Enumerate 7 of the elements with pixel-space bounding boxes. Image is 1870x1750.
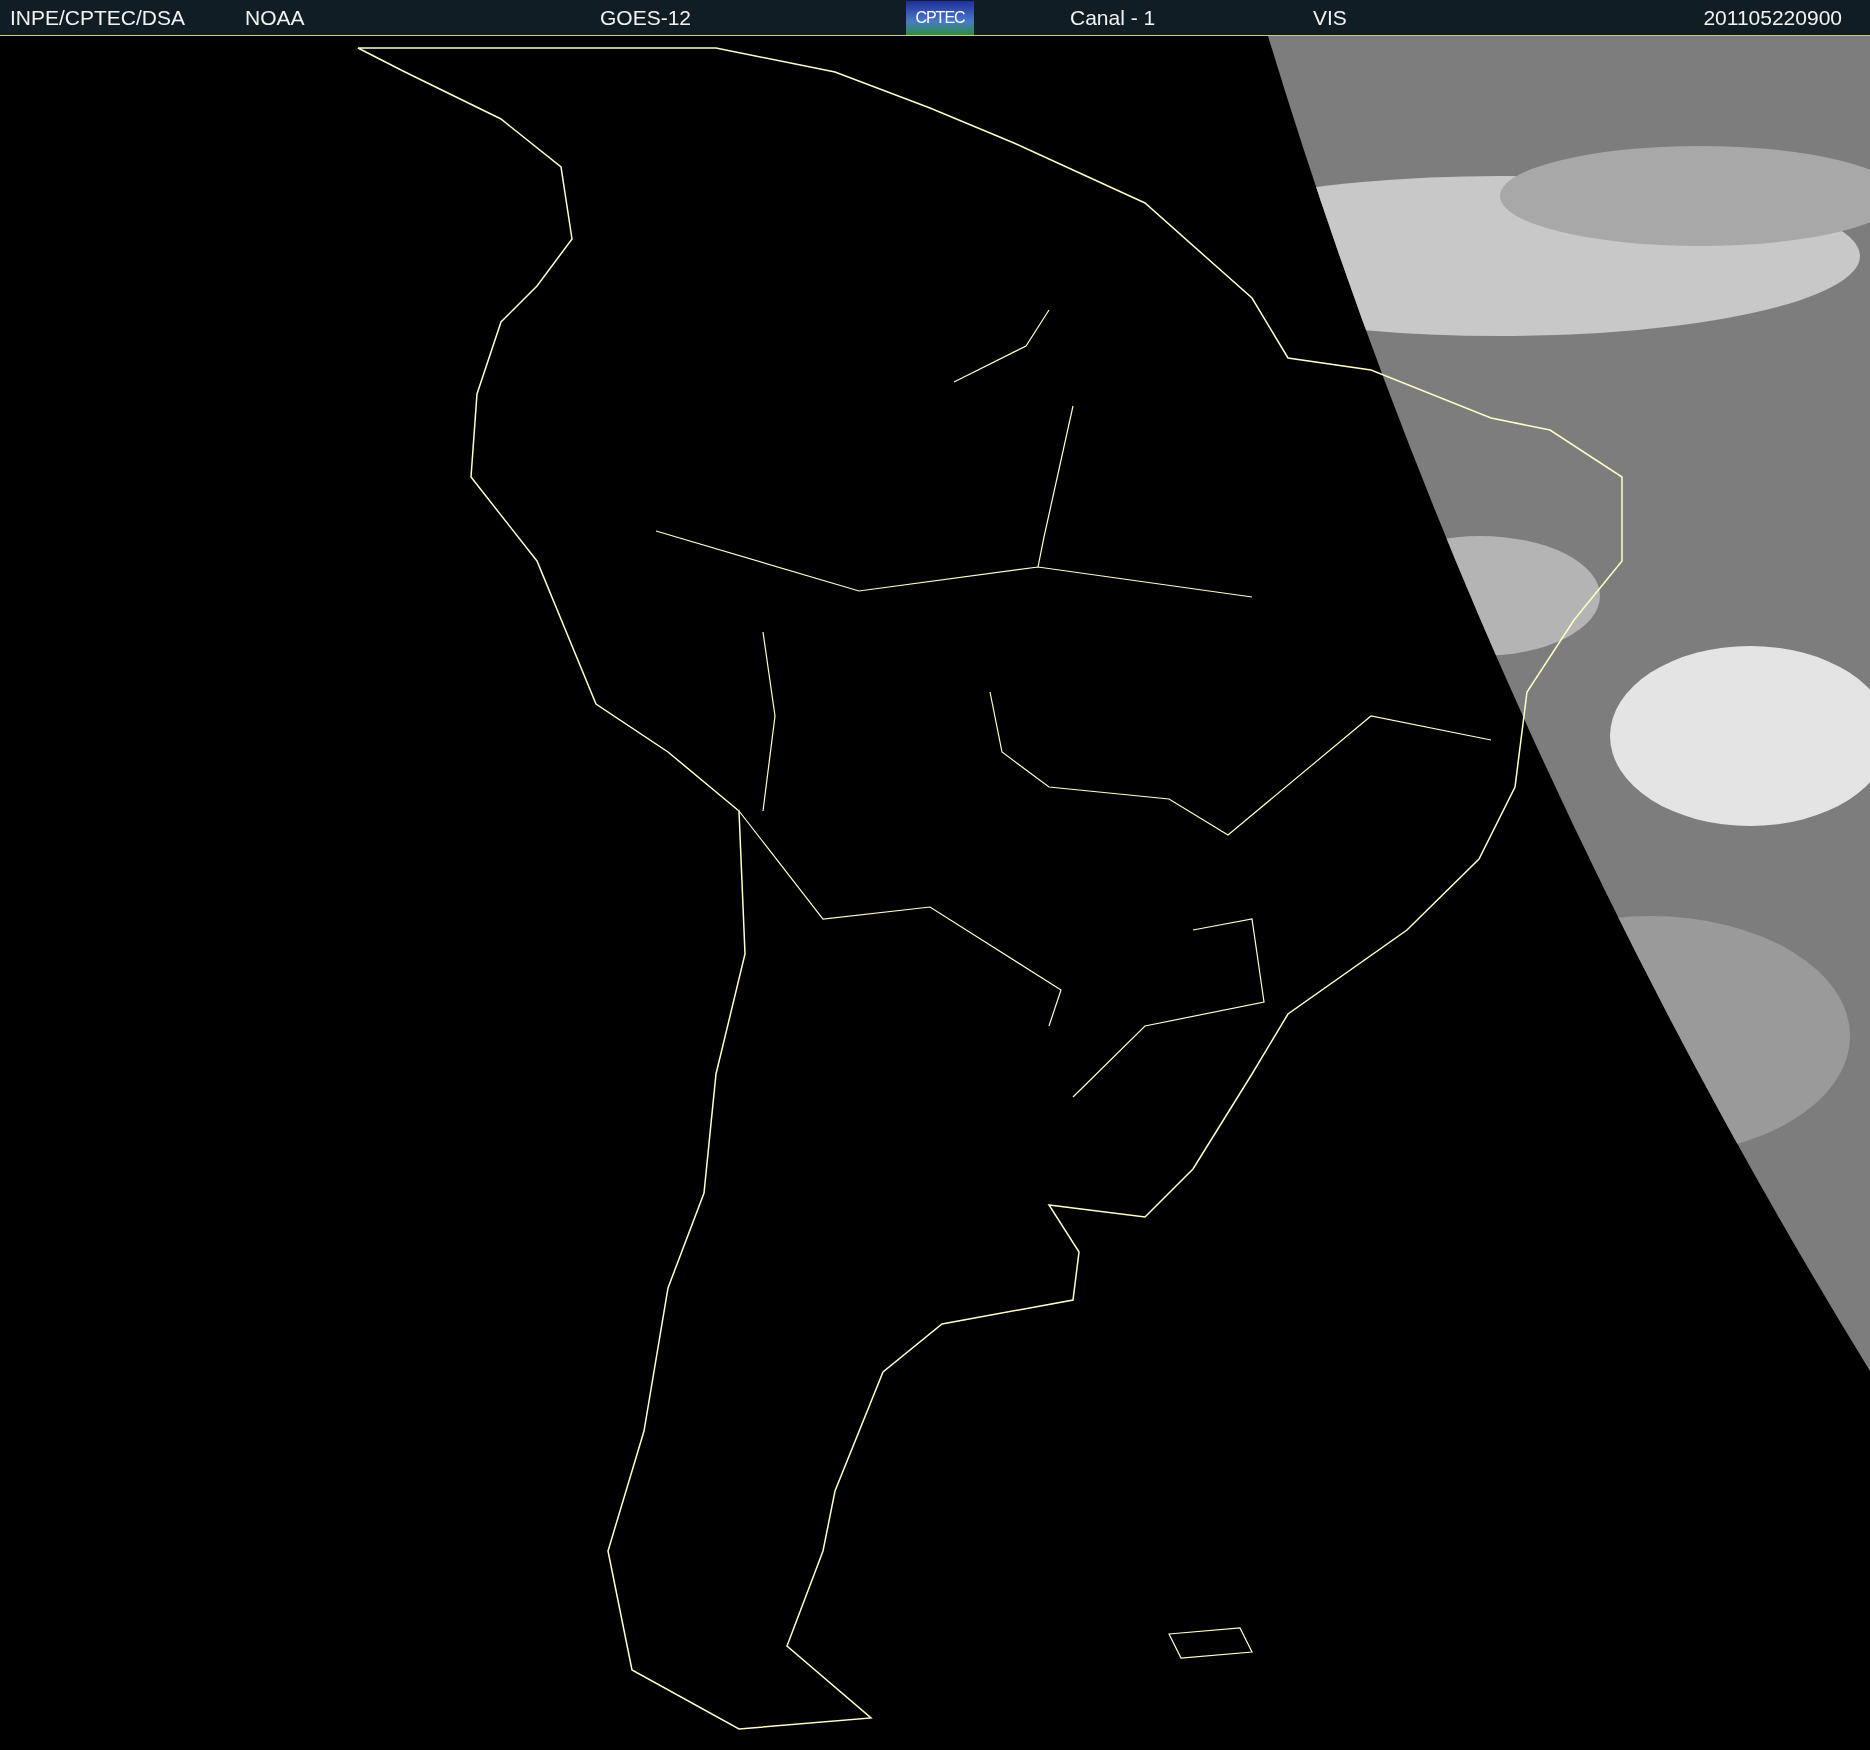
logo: CPTEC xyxy=(906,0,974,35)
channel-label: Canal - 1 xyxy=(1070,5,1157,30)
agency-label: NOAA xyxy=(245,5,306,30)
satellite-label: GOES-12 xyxy=(600,5,693,30)
band-label: VIS xyxy=(1313,5,1348,30)
timestamp-label: 201105220900 xyxy=(1703,5,1842,30)
source-label: INPE/CPTEC/DSA xyxy=(10,5,187,30)
